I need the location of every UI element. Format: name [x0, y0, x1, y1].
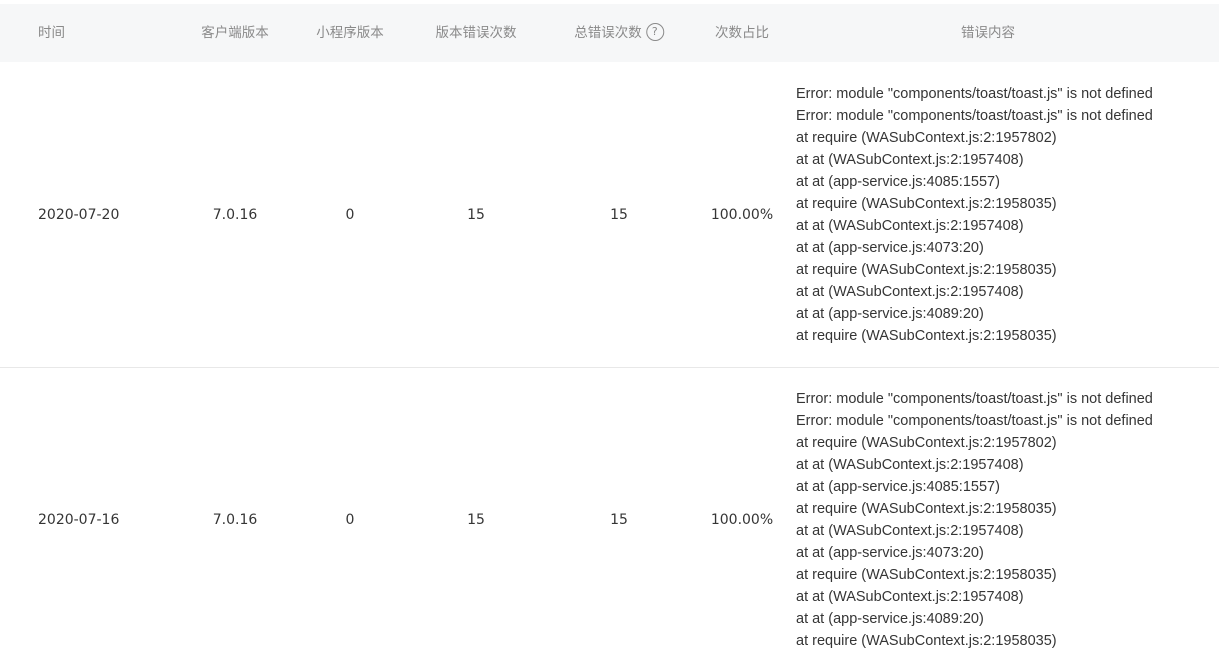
header-total-error-count-label: 总错误次数: [574, 25, 642, 41]
table-row: 2020-07-20 7.0.16 0 15 15 100.00% Error:…: [0, 62, 1219, 368]
error-stats-table: 时间 客户端版本 小程序版本 版本错误次数 总错误次数? 次数占比 错误内容 2…: [0, 0, 1219, 667]
cell-error-content: Error: module "components/toast/toast.js…: [796, 83, 1153, 347]
error-line: at at (app-service.js:4085:1557): [796, 479, 1000, 495]
header-ratio: 次数占比: [715, 25, 769, 41]
cell-client-version: 7.0.16: [212, 207, 258, 223]
header-version-error-count: 版本错误次数: [435, 25, 517, 41]
error-line: at at (WASubContext.js:2:1957408): [796, 218, 1024, 234]
cell-date: 2020-07-20: [38, 207, 120, 223]
header-total-error-count: 总错误次数?: [574, 4, 664, 62]
error-line: at at (WASubContext.js:2:1957408): [796, 152, 1024, 168]
error-line: at require (WASubContext.js:2:1957802): [796, 130, 1057, 146]
error-line: Error: module "components/toast/toast.js…: [796, 391, 1153, 407]
cell-client-version: 7.0.16: [212, 512, 258, 528]
error-line: at require (WASubContext.js:2:1958035): [796, 501, 1057, 517]
cell-total-error-count: 15: [610, 207, 628, 223]
cell-total-error-count: 15: [610, 512, 628, 528]
error-line: at at (app-service.js:4073:20): [796, 240, 984, 256]
error-line: at require (WASubContext.js:2:1958035): [796, 262, 1057, 278]
error-line: at require (WASubContext.js:2:1958035): [796, 328, 1057, 344]
error-line: at require (WASubContext.js:2:1958035): [796, 196, 1057, 212]
cell-date: 2020-07-16: [38, 512, 120, 528]
error-line: at at (WASubContext.js:2:1957408): [796, 284, 1024, 300]
header-error-content: 错误内容: [961, 25, 1015, 41]
cell-ratio: 100.00%: [710, 512, 774, 528]
cell-miniprogram-version: 0: [345, 512, 355, 528]
error-line: Error: module "components/toast/toast.js…: [796, 413, 1153, 429]
table-row: 2020-07-16 7.0.16 0 15 15 100.00% Error:…: [0, 368, 1219, 667]
error-line: at at (WASubContext.js:2:1957408): [796, 523, 1024, 539]
error-line: at at (app-service.js:4073:20): [796, 545, 984, 561]
error-line: Error: module "components/toast/toast.js…: [796, 108, 1153, 124]
error-line: at at (app-service.js:4089:20): [796, 611, 984, 627]
error-line: at at (WASubContext.js:2:1957408): [796, 457, 1024, 473]
cell-ratio: 100.00%: [710, 207, 774, 223]
error-line: at at (WASubContext.js:2:1957408): [796, 589, 1024, 605]
cell-version-error-count: 15: [467, 207, 485, 223]
cell-miniprogram-version: 0: [345, 207, 355, 223]
table-header: 时间 客户端版本 小程序版本 版本错误次数 总错误次数? 次数占比 错误内容: [0, 4, 1219, 62]
cell-error-content: Error: module "components/toast/toast.js…: [796, 388, 1153, 652]
help-icon[interactable]: ?: [645, 23, 664, 41]
header-time: 时间: [38, 25, 65, 41]
header-client-version: 客户端版本: [201, 25, 269, 41]
error-line: at require (WASubContext.js:2:1958035): [796, 567, 1057, 583]
cell-version-error-count: 15: [467, 512, 485, 528]
error-line: at at (app-service.js:4089:20): [796, 306, 984, 322]
error-line: at at (app-service.js:4085:1557): [796, 174, 1000, 190]
error-line: Error: module "components/toast/toast.js…: [796, 86, 1153, 102]
header-miniprogram-version: 小程序版本: [316, 25, 384, 41]
error-line: at require (WASubContext.js:2:1957802): [796, 435, 1057, 451]
error-line: at require (WASubContext.js:2:1958035): [796, 633, 1057, 649]
